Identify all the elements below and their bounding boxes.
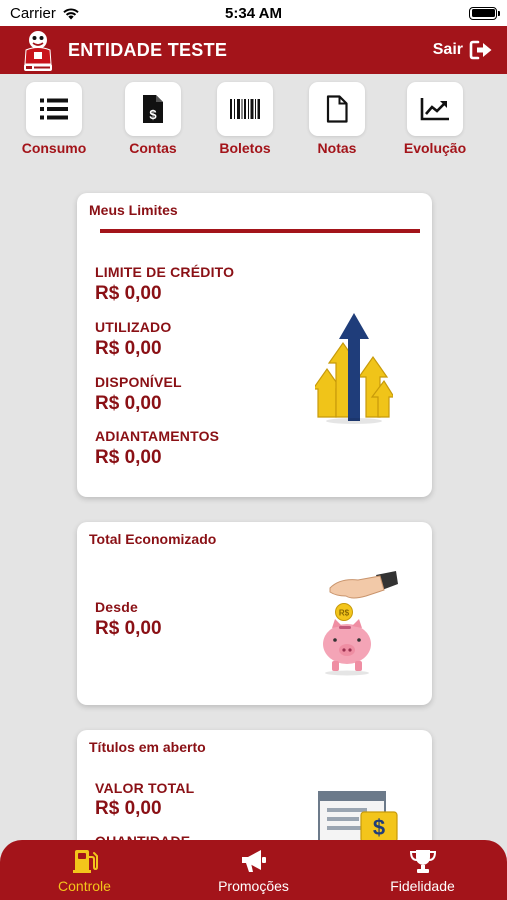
menu-icon-box [407,82,463,136]
status-right [357,6,500,20]
menu-label: Contas [129,140,177,156]
fuel-pump-icon [72,850,98,873]
menu-icon-box [217,82,273,136]
tab-controle[interactable]: Controle [0,840,169,900]
wifi-icon [63,7,79,19]
status-time: 5:34 AM [225,4,282,22]
shortcut-menu: Consumo $ Contas Boletos Notas Evolução [0,78,507,158]
app-header: ENTIDADE TESTE Sair [0,26,507,74]
menu-label: Boletos [219,140,271,156]
sign-out-icon [469,40,492,60]
card-title: Títulos em aberto [89,739,206,755]
total-value-label: VALOR TOTAL [95,780,195,796]
carrier-label: Carrier [10,4,56,22]
tab-promocoes[interactable]: Promoções [169,840,338,900]
tab-fidelidade[interactable]: Fidelidade [338,840,507,900]
svg-text:$: $ [149,107,157,122]
chart-line-icon [420,98,449,121]
tab-label: Controle [58,878,111,894]
card-title: Meus Limites [89,202,178,218]
status-bar: Carrier 5:34 AM [0,0,507,26]
total-value: R$ 0,00 [95,798,162,819]
available-value: R$ 0,00 [95,393,162,414]
used-value: R$ 0,00 [95,338,162,359]
coin-text: R$ [339,609,350,618]
used-label: UTILIZADO [95,319,172,335]
advances-label: ADIANTAMENTOS [95,428,220,444]
trophy-icon [409,850,436,873]
bottom-tab-bar: Controle Promoções Fidelidade [0,840,507,900]
since-label: Desde [95,599,139,615]
menu-item-notas[interactable]: Notas [291,82,383,156]
battery-icon [469,6,500,20]
brand-logo [24,31,52,71]
piggy-bank-illustration: R$ [323,571,398,676]
advances-value: R$ 0,00 [95,447,162,468]
barcode-icon [230,99,260,119]
menu-label: Notas [317,140,357,156]
menu-icon-box [309,82,365,136]
available-label: DISPONÍVEL [95,374,182,390]
menu-item-consumo[interactable]: Consumo [8,82,100,156]
logout-button[interactable]: Sair [433,40,493,60]
credit-limit-value: R$ 0,00 [95,283,162,304]
divider [100,229,420,233]
logout-label: Sair [432,41,463,58]
credit-limit-label: LIMITE DE CRÉDITO [95,264,235,280]
list-icon [40,98,68,120]
menu-item-boletos[interactable]: Boletos [199,82,291,156]
tab-label: Fidelidade [390,878,455,894]
status-left: Carrier [10,5,150,22]
savings-card: Total Economizado Desde R$ 0,00 R$ [77,522,432,705]
megaphone-icon [241,850,266,872]
dollar-document-icon: $ [143,95,163,123]
menu-label: Consumo [21,140,87,156]
menu-item-contas[interactable]: $ Contas [107,82,199,156]
menu-icon-box [26,82,82,136]
growth-arrows-illustration [315,313,393,424]
menu-item-overflow[interactable]: V [497,82,507,156]
menu-label: Evolução [403,140,467,156]
card-title: Total Economizado [89,531,217,547]
svg-text:$: $ [373,815,385,840]
tab-label: Promoções [218,878,289,894]
savings-value: R$ 0,00 [95,618,162,639]
document-icon [326,95,348,123]
menu-item-evolucao[interactable]: Evolução [389,82,481,156]
menu-icon-box: $ [125,82,181,136]
page-title: ENTIDADE TESTE [68,39,228,60]
limits-card: Meus Limites LIMITE DE CRÉDITO R$ 0,00 U… [77,193,432,497]
